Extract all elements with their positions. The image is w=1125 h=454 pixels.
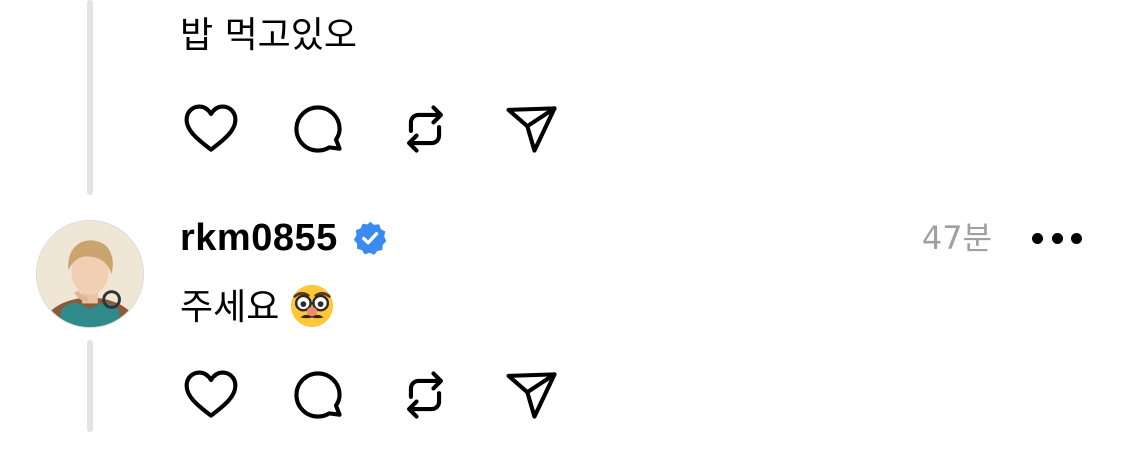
reply-text: 주세요: [180, 287, 280, 328]
disguised-face-emoji: [291, 284, 334, 328]
share-button[interactable]: [501, 98, 563, 160]
reply-text: 밥 먹고있오: [180, 15, 358, 56]
avatar[interactable]: [36, 220, 144, 328]
share-icon: [506, 106, 557, 153]
thread-line: [87, 340, 93, 432]
like-button[interactable]: [180, 98, 242, 160]
comment-button[interactable]: [287, 364, 349, 426]
repost-icon: [407, 105, 443, 153]
share-icon: [506, 372, 557, 419]
more-options-button[interactable]: [1032, 220, 1082, 256]
timestamp: 47분: [921, 219, 992, 257]
verified-badge-icon: [353, 221, 387, 255]
action-bar: [180, 98, 608, 160]
heart-icon: [184, 370, 238, 418]
share-button[interactable]: [501, 364, 563, 426]
comment-button[interactable]: [287, 98, 349, 160]
more-dot-icon: [1051, 232, 1063, 244]
repost-button[interactable]: [394, 364, 456, 426]
action-bar: [180, 364, 608, 426]
reply-body: 주세요: [180, 283, 335, 329]
comment-icon: [294, 371, 342, 419]
repost-icon: [407, 371, 443, 419]
more-dot-icon: [1071, 232, 1082, 244]
like-button[interactable]: [180, 364, 242, 426]
reply-header: rkm0855: [180, 214, 388, 262]
thread-line: [87, 0, 93, 195]
username[interactable]: rkm0855: [180, 214, 338, 262]
more-dot-icon: [1032, 232, 1043, 244]
comment-icon: [294, 105, 342, 153]
profile-photo: [37, 221, 143, 327]
repost-button[interactable]: [394, 98, 456, 160]
heart-icon: [184, 104, 238, 152]
